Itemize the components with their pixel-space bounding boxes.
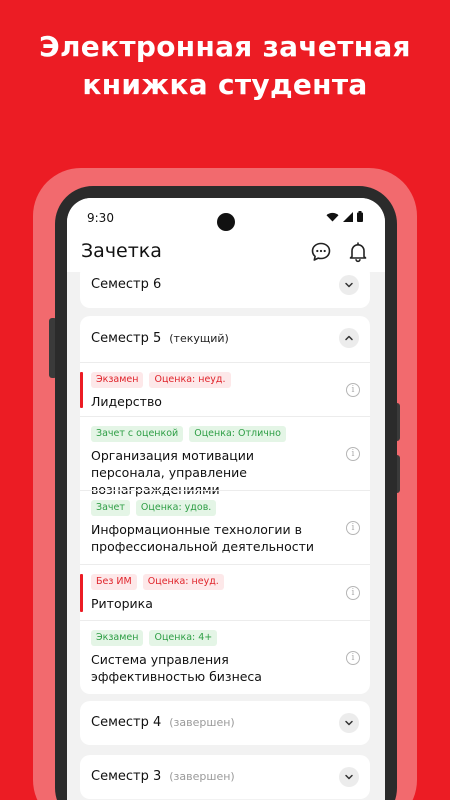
grade-badge: Оценка: неуд. — [142, 574, 224, 590]
wifi-icon — [326, 212, 339, 221]
semester-title: Семестр 5 — [91, 331, 162, 346]
info-icon[interactable]: i — [346, 382, 360, 397]
control-type-badge: Зачет — [91, 500, 130, 516]
battery-icon — [357, 211, 363, 222]
status-time: 9:30 — [87, 211, 114, 225]
bell-icon[interactable] — [347, 241, 369, 263]
phone-screen: 9:30 Зачетка Семестр 6 Семестр 5 (текущи… — [67, 198, 385, 800]
info-icon[interactable]: i — [346, 650, 360, 665]
status-bar: 9:30 — [67, 198, 385, 238]
subject-row[interactable]: Зачет Оценка: удов. Информационные техно… — [80, 490, 370, 564]
semester-card[interactable]: Семестр 4 (завершен) — [80, 701, 370, 745]
subject-name: Лидерство — [91, 394, 162, 409]
chevron-up-icon — [345, 335, 353, 341]
subject-row[interactable]: Экзамен Оценка: 4+ Система управления эф… — [80, 620, 370, 694]
subject-row[interactable]: Без ИМ Оценка: неуд. Риторика i — [80, 564, 370, 620]
subject-name: Система управления эффективностью бизнес… — [91, 652, 262, 684]
expand-button[interactable] — [339, 713, 359, 733]
semester-title: Семестр 6 — [91, 277, 162, 292]
subject-name: Риторика — [91, 596, 153, 611]
info-icon[interactable]: i — [346, 585, 360, 600]
control-type-badge: Без ИМ — [91, 574, 137, 590]
promo-headline: Электронная зачетная книжка студента — [0, 28, 450, 104]
grade-badge: Оценка: неуд. — [149, 372, 231, 388]
subject-name: Информационные технологии в профессионал… — [91, 522, 315, 554]
subject-row[interactable]: Экзамен Оценка: неуд. Лидерство i — [80, 362, 370, 416]
semester-title: Семестр 4 — [91, 715, 162, 730]
control-type-badge: Экзамен — [91, 630, 144, 646]
page-title: Зачетка — [81, 240, 162, 262]
system-icons — [326, 211, 363, 222]
semester-title: Семестр 3 — [91, 769, 162, 784]
semester-card[interactable]: Семестр 3 (завершен) — [80, 755, 370, 799]
promo-line-2: книжка студента — [82, 68, 368, 101]
chevron-down-icon — [345, 282, 353, 288]
expand-button[interactable] — [339, 767, 359, 787]
semester-card-current[interactable]: Семестр 5 (текущий) Экзамен Оценка: неуд.… — [80, 316, 370, 694]
semester-status: (завершен) — [169, 770, 235, 783]
chevron-down-icon — [345, 720, 353, 726]
signal-icon — [343, 211, 353, 222]
grade-badge: Оценка: Отлично — [189, 426, 286, 442]
collapse-button[interactable] — [339, 328, 359, 348]
chat-icon[interactable] — [310, 241, 332, 263]
chevron-down-icon — [345, 774, 353, 780]
info-icon[interactable]: i — [346, 446, 360, 461]
promo-line-1: Электронная зачетная — [39, 30, 411, 63]
front-camera — [217, 213, 235, 231]
grade-badge: Оценка: 4+ — [149, 630, 218, 646]
semester-status: (текущий) — [169, 332, 229, 345]
info-icon[interactable]: i — [346, 520, 360, 535]
grade-badge: Оценка: удов. — [135, 500, 217, 516]
semester-card[interactable]: Семестр 6 — [80, 264, 370, 308]
semester-status: (завершен) — [169, 716, 235, 729]
control-type-badge: Экзамен — [91, 372, 144, 388]
subject-row[interactable]: Зачет с оценкой Оценка: Отлично Организа… — [80, 416, 370, 497]
control-type-badge: Зачет с оценкой — [91, 426, 184, 442]
expand-button[interactable] — [339, 275, 359, 295]
